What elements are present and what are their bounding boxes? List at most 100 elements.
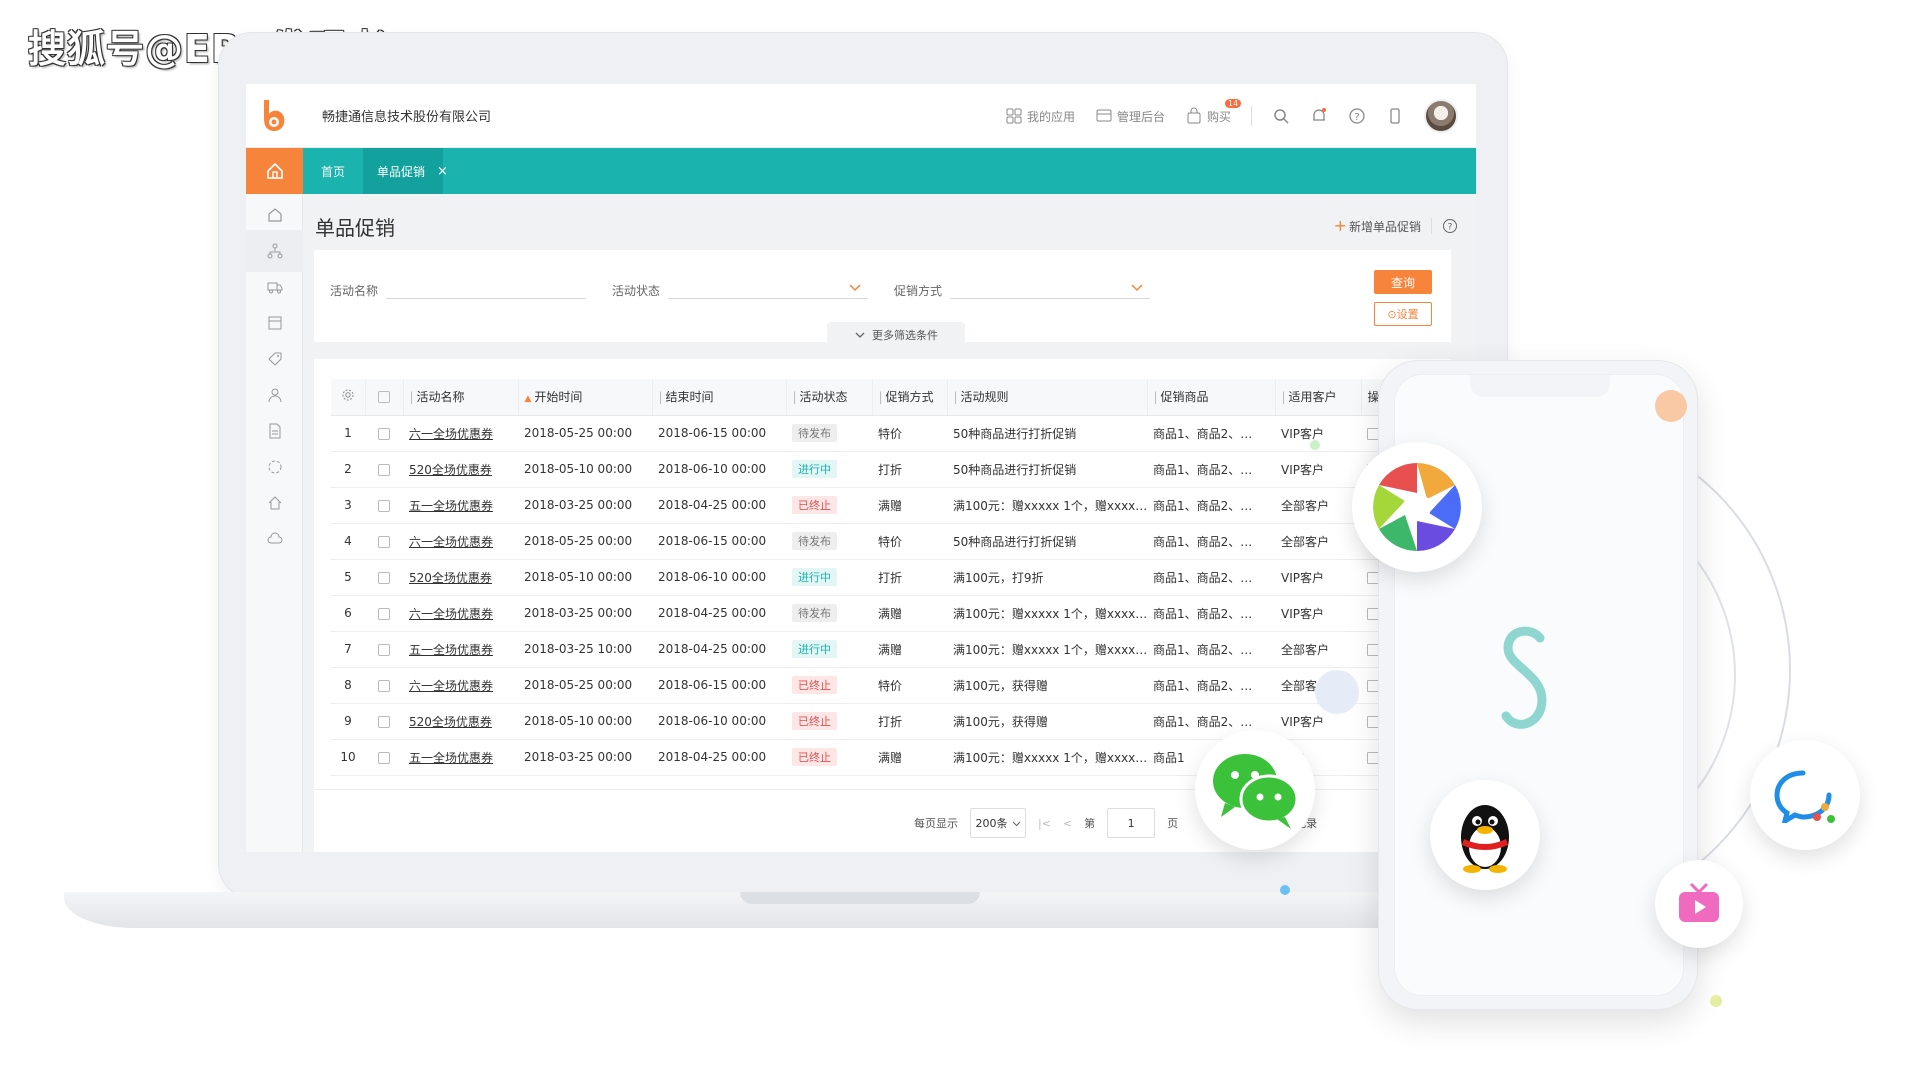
nav-my-apps[interactable]: 我的应用 <box>1005 107 1075 125</box>
start-time: 2018-03-25 10:00 <box>518 631 652 668</box>
col-start[interactable]: ▲ 开始时间 <box>518 379 653 416</box>
mobile-icon[interactable] <box>1386 107 1404 125</box>
checkbox[interactable] <box>378 715 390 728</box>
activity-name-link[interactable]: 五一全场优惠券 <box>403 631 518 668</box>
table-row[interactable]: 4 六一全场优惠券 2018-05-25 00:00 2018-06-15 00:00… <box>331 523 1431 560</box>
checkbox[interactable] <box>378 535 390 548</box>
search-icon[interactable] <box>1272 107 1290 125</box>
activity-name-link[interactable]: 五一全场优惠券 <box>403 487 518 524</box>
activity-name-link[interactable]: 520全场优惠券 <box>403 451 518 488</box>
col-name[interactable]: | 活动名称 <box>403 379 519 416</box>
row-select[interactable] <box>365 739 403 776</box>
prev-page-icon[interactable]: < <box>1063 817 1072 830</box>
query-button[interactable]: 查询 <box>1374 270 1432 294</box>
more-filters-button[interactable]: 更多筛选条件 <box>827 322 965 348</box>
table-row[interactable]: 2 520全场优惠券 2018-05-10 00:00 2018-06-10 00:0… <box>331 451 1431 488</box>
checkbox[interactable] <box>378 679 390 692</box>
camera-app[interactable] <box>1352 442 1482 572</box>
add-promo-button[interactable]: + 新增单品促销 <box>1334 216 1421 235</box>
settings-button[interactable]: ⊙设置 <box>1374 302 1432 326</box>
table-row[interactable]: 8 六一全场优惠券 2018-05-25 00:00 2018-06-15 00:00… <box>331 667 1431 704</box>
help-icon[interactable]: ? <box>1442 218 1458 234</box>
table-row[interactable]: 1 六一全场优惠券 2018-05-25 00:00 2018-06-15 00:00… <box>331 415 1431 452</box>
per-page-select[interactable]: 200条 <box>970 808 1026 838</box>
col-goods[interactable]: | 促销商品 <box>1147 379 1276 416</box>
row-select[interactable] <box>365 487 403 524</box>
activity-name[interactable]: 520全场优惠券 <box>409 463 492 477</box>
promo-method: 特价 <box>872 667 947 704</box>
table-row[interactable]: 6 六一全场优惠券 2018-03-25 00:00 2018-04-25 00:00… <box>331 595 1431 632</box>
activity-name[interactable]: 六一全场优惠券 <box>409 679 493 693</box>
activity-name[interactable]: 520全场优惠券 <box>409 571 492 585</box>
nav-admin[interactable]: 管理后台 <box>1095 107 1165 125</box>
row-select[interactable] <box>365 703 403 740</box>
col-rule[interactable]: | 活动规则 <box>947 379 1148 416</box>
org-chart-icon <box>267 243 282 259</box>
video-app[interactable] <box>1655 860 1743 948</box>
col-end[interactable]: | 结束时间 <box>652 379 787 416</box>
app-logo[interactable] <box>256 96 292 136</box>
bell-icon[interactable] <box>1310 107 1328 125</box>
activity-name[interactable]: 520全场优惠券 <box>409 715 492 729</box>
top-nav: 我的应用 管理后台 购买 14 ? <box>1005 97 1458 135</box>
activity-name-input[interactable] <box>386 298 586 299</box>
row-select[interactable] <box>365 523 403 560</box>
row-select[interactable] <box>365 415 403 452</box>
checkbox[interactable] <box>378 463 390 476</box>
activity-name-link[interactable]: 五一全场优惠券 <box>403 739 518 776</box>
avatar[interactable] <box>1424 99 1458 133</box>
col-status[interactable]: | 活动状态 <box>786 379 873 416</box>
checkbox[interactable] <box>378 391 390 404</box>
checkbox[interactable] <box>378 607 390 620</box>
row-select[interactable] <box>365 451 403 488</box>
activity-name[interactable]: 六一全场优惠券 <box>409 607 493 621</box>
activity-name[interactable]: 五一全场优惠券 <box>409 751 493 765</box>
customer-type: VIP客户 <box>1275 559 1361 596</box>
page-suffix: 页 <box>1167 817 1179 830</box>
sidebar-item-cloud[interactable] <box>246 518 303 560</box>
wechat-app[interactable] <box>1195 730 1315 850</box>
row-select[interactable] <box>365 631 403 668</box>
activity-name-link[interactable]: 520全场优惠券 <box>403 559 518 596</box>
table-row[interactable]: 7 五一全场优惠券 2018-03-25 10:00 2018-04-25 00:00… <box>331 631 1431 668</box>
close-icon[interactable]: × <box>437 164 448 179</box>
checkbox[interactable] <box>378 643 390 656</box>
activity-name-link[interactable]: 六一全场优惠券 <box>403 595 518 632</box>
activity-name-link[interactable]: 520全场优惠券 <box>403 703 518 740</box>
checkbox[interactable] <box>378 499 390 512</box>
promo-method: 打折 <box>872 703 947 740</box>
page-number-input[interactable]: 1 <box>1107 808 1156 838</box>
activity-name-link[interactable]: 六一全场优惠券 <box>403 523 518 560</box>
col-method-label: 促销方式 <box>885 390 934 405</box>
checkbox[interactable] <box>378 427 390 440</box>
col-customer[interactable]: | 适用客户 <box>1275 379 1362 416</box>
promo-method-select[interactable] <box>950 298 1150 299</box>
activity-name[interactable]: 六一全场优惠券 <box>409 535 493 549</box>
table-row[interactable]: 3 五一全场优惠券 2018-03-25 00:00 2018-04-25 00:00… <box>331 487 1431 524</box>
activity-name[interactable]: 五一全场优惠券 <box>409 643 493 657</box>
row-select[interactable] <box>365 595 403 632</box>
activity-name[interactable]: 五一全场优惠券 <box>409 499 493 513</box>
row-select[interactable] <box>365 559 403 596</box>
select-all-checkbox[interactable] <box>365 379 404 416</box>
help-icon[interactable]: ? <box>1348 107 1366 125</box>
table-row[interactable]: 5 520全场优惠券 2018-05-10 00:00 2018-06-10 00:0… <box>331 559 1431 596</box>
checkbox[interactable] <box>378 751 390 764</box>
activity-name-link[interactable]: 六一全场优惠券 <box>403 415 518 452</box>
activity-status-select[interactable] <box>668 298 868 299</box>
checkbox[interactable] <box>378 571 390 584</box>
col-method[interactable]: | 促销方式 <box>872 379 948 416</box>
nav-buy[interactable]: 购买 14 <box>1185 99 1242 125</box>
first-page-icon[interactable]: |< <box>1038 817 1051 830</box>
chat-app[interactable] <box>1750 740 1860 850</box>
home-tab[interactable] <box>246 148 303 194</box>
tab-single-promo[interactable]: 单品促销 × <box>363 148 448 194</box>
activity-name[interactable]: 六一全场优惠券 <box>409 427 493 441</box>
qq-app[interactable] <box>1430 780 1540 890</box>
activity-name-link[interactable]: 六一全场优惠券 <box>403 667 518 704</box>
chevron-down-icon <box>1131 284 1143 292</box>
tab-home[interactable]: 首页 <box>303 148 363 194</box>
more-filters-label: 更多筛选条件 <box>872 329 938 342</box>
column-settings[interactable] <box>331 379 366 416</box>
row-select[interactable] <box>365 667 403 704</box>
